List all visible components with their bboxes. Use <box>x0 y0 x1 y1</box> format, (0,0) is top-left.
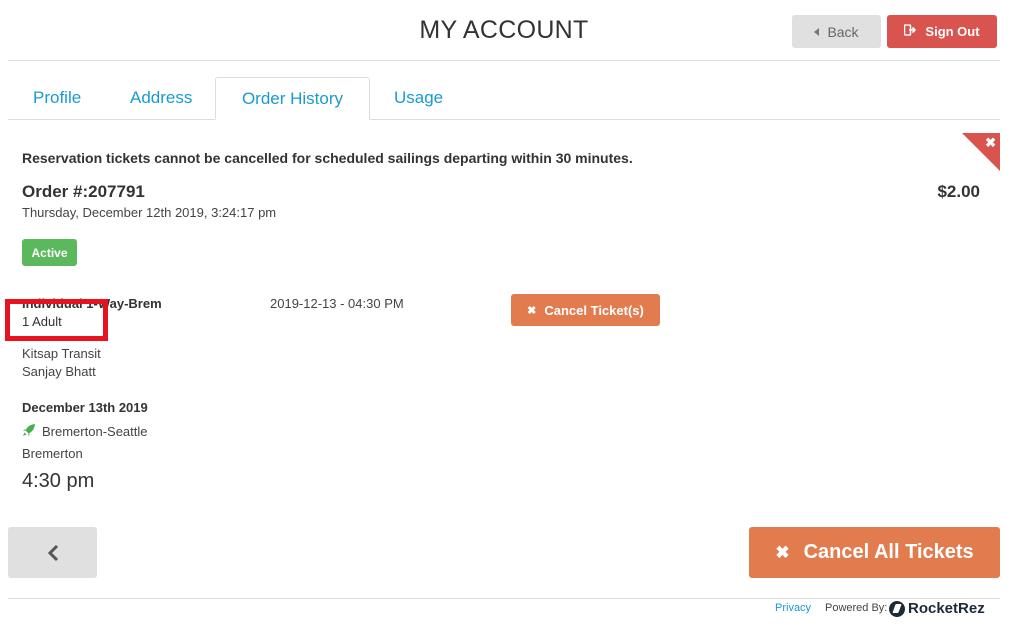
back-button-label: Back <box>827 23 859 40</box>
rocketrez-logo-icon <box>889 600 905 617</box>
tab-address[interactable]: Address <box>130 77 192 120</box>
close-icon[interactable]: ✖ <box>985 135 996 151</box>
ticket-name: Individual 1-Way-Brem <box>22 296 162 311</box>
order-date: Thursday, December 12th 2019, 3:24:17 pm <box>22 205 277 220</box>
close-icon: ✖ <box>775 542 790 562</box>
chevron-left-icon <box>47 544 58 561</box>
order-total: $2.00 <box>937 182 980 201</box>
cancel-all-label: Cancel All Tickets <box>803 541 974 563</box>
sign-out-button-label: Sign Out <box>925 24 980 39</box>
order-number: Order #:207791 <box>22 182 145 201</box>
tab-order-history[interactable]: Order History <box>215 77 370 120</box>
sailing-time: 4:30 pm <box>22 470 95 492</box>
powered-by-label: Powered By: <box>825 602 888 614</box>
sign-out-button[interactable]: Sign Out <box>887 15 997 48</box>
passenger-name: Sanjay Bhatt <box>22 364 96 379</box>
ticket-datetime: 2019-12-13 - 04:30 PM <box>270 296 404 311</box>
sailing-date: December 13th 2019 <box>22 400 148 415</box>
back-button[interactable]: Back <box>792 15 881 48</box>
rocketrez-brand: RocketRez <box>908 600 985 617</box>
cancel-ticket-button[interactable]: ✖ Cancel Ticket(s) <box>511 294 660 326</box>
route-name: Bremerton-Seattle <box>42 424 148 439</box>
sign-out-icon <box>904 24 917 39</box>
caret-left-icon <box>814 27 820 36</box>
status-badge: Active <box>22 239 77 266</box>
cancellation-notice: Reservation tickets cannot be cancelled … <box>22 150 633 166</box>
previous-button[interactable] <box>8 527 97 578</box>
dismiss-corner[interactable]: ✖ <box>962 133 1000 171</box>
rocketrez-logo[interactable]: RocketRez <box>889 600 985 617</box>
ticket-quantity: 1 Adult <box>22 314 62 329</box>
tab-usage[interactable]: Usage <box>394 77 443 120</box>
departure-terminal: Bremerton <box>22 446 83 461</box>
rocket-icon <box>22 423 36 440</box>
sailing-route: Bremerton-Seattle <box>22 423 148 440</box>
cancel-ticket-label: Cancel Ticket(s) <box>544 302 644 318</box>
close-icon: ✖ <box>527 304 537 317</box>
cancel-all-tickets-button[interactable]: ✖ Cancel All Tickets <box>749 527 1000 578</box>
privacy-link[interactable]: Privacy <box>775 602 811 614</box>
operator-name: Kitsap Transit <box>22 346 101 361</box>
tab-profile[interactable]: Profile <box>33 77 81 120</box>
footer-divider <box>8 598 1000 599</box>
header-divider <box>8 60 1000 61</box>
account-tabs: Profile Address Order History Usage <box>8 77 1000 120</box>
